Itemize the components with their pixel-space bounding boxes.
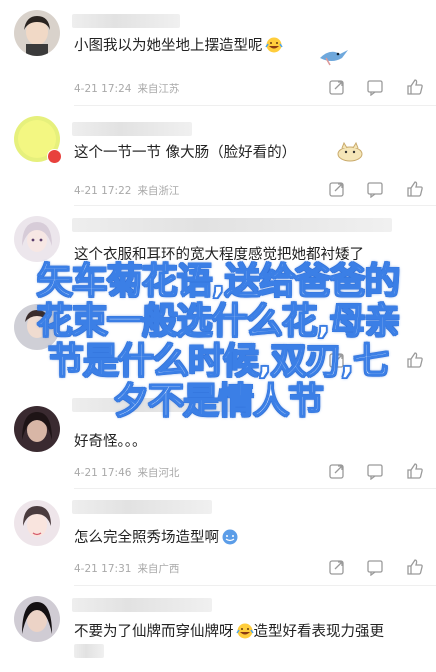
comment-meta: 4-21 17:46 来自河北 [74,465,179,480]
avatar[interactable] [14,500,60,546]
comment-icon[interactable] [366,558,384,576]
verified-badge [47,149,62,164]
overlay-caption: 矢车菊花语,送给爸爸的 花束一般选什么花,母亲 节是什么时候,双刃,七 夕不是情… [0,261,436,423]
comment-icon[interactable] [366,180,384,198]
location: 来自浙江 [137,185,180,197]
avatar[interactable] [14,216,60,262]
comment-text: 小图我以为她坐地上摆造型呢 [74,34,283,55]
overlay-line: 夕不是情人节 [112,381,325,423]
share-icon[interactable] [328,462,346,480]
comment-icon[interactable] [366,78,384,96]
comment-text: 这个一节一节 像大肠（脸好看的） [74,145,297,161]
laugh-cry-emoji [264,37,283,53]
overlay-line: 节是什么时候,双刃,七 [47,341,390,383]
avatar[interactable] [14,596,60,642]
cat-sticker-emoji [336,140,364,166]
avatar[interactable] [14,10,60,56]
overlay-line: 矢车菊花语,送给爸爸的 [36,261,401,303]
location: 来自广西 [137,563,180,575]
comment-actions [328,558,426,576]
timestamp: 4-21 17:31 [74,563,132,575]
comment-text: 好奇怪。。。 [74,434,147,450]
like-icon[interactable] [406,78,424,96]
share-icon[interactable] [328,180,346,198]
comment-meta: 4-21 17:24 来自江苏 [74,81,179,96]
username-blurred[interactable] [72,122,192,136]
comment-text: 不要为了仙牌而穿仙牌呀 造型好看表现力强更 [74,623,384,640]
timestamp: 4-21 17:22 [74,185,132,197]
reply-text-blurred [74,644,104,658]
like-icon[interactable] [406,558,424,576]
location: 来自江苏 [137,83,180,95]
username-blurred[interactable] [72,218,392,232]
comment-text: 怎么完全照秀场造型啊 [74,526,239,547]
comment-feed: 小图我以为她坐地上摆造型呢 4-21 17:24 来自江苏 这个一节一节 像大肠（… [0,0,436,672]
comment-actions [328,462,426,480]
comment-actions [328,180,426,198]
overlay-line: 花束一般选什么花,母亲 [36,301,401,343]
share-icon[interactable] [328,78,346,96]
laugh-cry-emoji [235,623,254,639]
sweat-smile-emoji [221,529,239,545]
timestamp: 4-21 17:46 [74,467,132,479]
bird-sticker [318,44,350,70]
comment-actions [328,78,426,96]
username-blurred[interactable] [72,598,212,612]
divider [74,585,436,586]
divider [74,205,436,206]
timestamp: 4-21 17:24 [74,83,132,95]
share-icon[interactable] [328,558,346,576]
like-icon[interactable] [406,180,424,198]
divider [74,488,436,489]
divider [74,105,436,106]
username-blurred[interactable] [72,14,180,28]
comment-meta: 4-21 17:22 来自浙江 [74,183,179,198]
comment-meta: 4-21 17:31 来自广西 [74,561,179,576]
comment-icon[interactable] [366,462,384,480]
location: 来自河北 [137,467,180,479]
username-blurred[interactable] [72,500,212,514]
like-icon[interactable] [406,462,424,480]
